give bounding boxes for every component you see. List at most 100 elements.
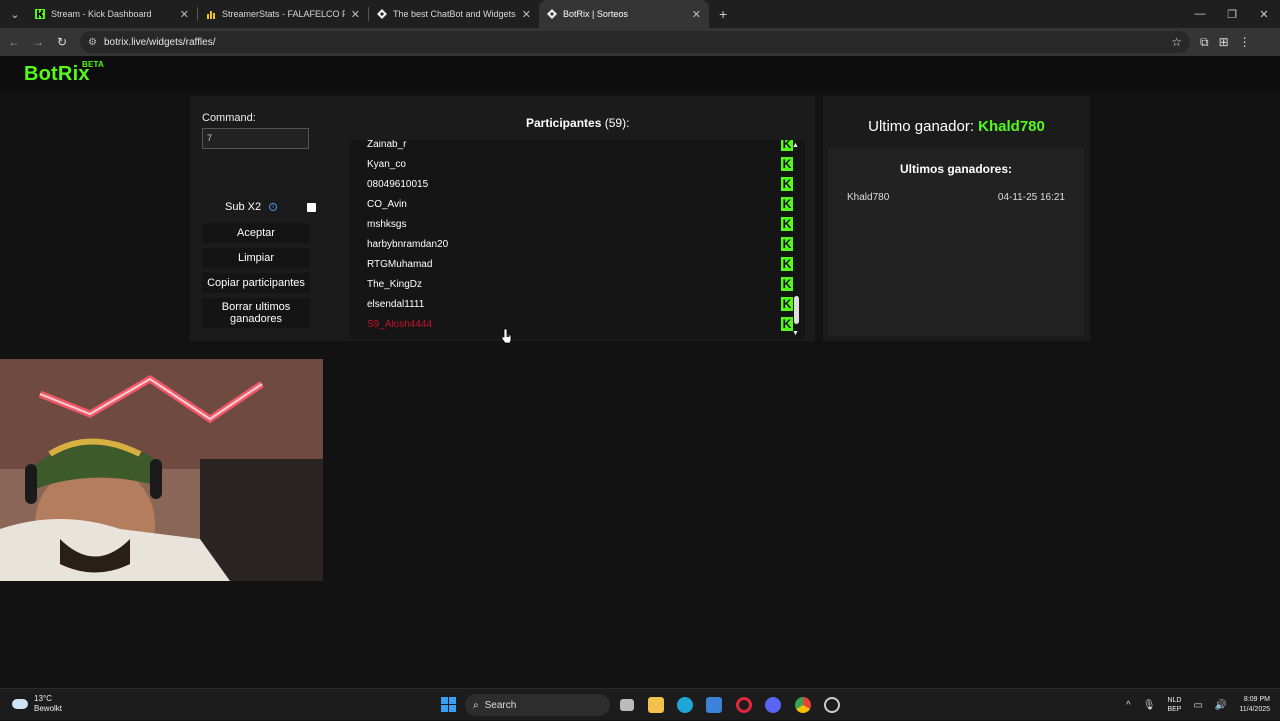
close-tab-icon[interactable]: ✕ [180, 8, 189, 21]
clock[interactable]: 8:09 PM 11/4/2025 [1239, 695, 1270, 715]
participant-row: RTGMuhamad K [367, 254, 793, 274]
close-window-icon[interactable]: ✕ [1248, 0, 1280, 28]
window-controls: — ❐ ✕ [1184, 0, 1280, 28]
browser-tab-2[interactable]: StreamerStats - FALAFELCO Pro ✕ [198, 0, 368, 28]
scroll-up-icon[interactable]: ▲ [792, 142, 799, 149]
extensions-icon[interactable]: ⧉ [1200, 35, 1209, 50]
kick-icon: K [781, 157, 793, 171]
kick-icon: K [781, 257, 793, 271]
minimize-icon[interactable]: — [1184, 0, 1216, 28]
participants-title-text: Participantes [526, 116, 602, 130]
botrix-logo[interactable]: BotRix BETA [24, 60, 104, 86]
taskbar-search[interactable]: ⌕ Search [465, 694, 610, 716]
participant-row: elsendal1111 K [367, 294, 793, 314]
restore-icon[interactable]: ❐ [1216, 0, 1248, 28]
task-view-icon[interactable] [620, 699, 634, 711]
bookmark-star-icon[interactable]: ☆ [1171, 35, 1182, 49]
browser-tab-1[interactable]: Stream - Kick Dashboard ✕ [27, 0, 197, 28]
site-info-icon[interactable]: ⚙ [88, 37, 97, 48]
command-label: Command: [202, 112, 256, 124]
lang-bottom: BEP [1167, 706, 1182, 713]
logo-text: BotRix [24, 63, 90, 85]
clock-time: 8:09 PM [1243, 696, 1270, 703]
winner-date: 04-11-25 16:21 [997, 192, 1065, 203]
clear-button[interactable]: Limpiar [202, 248, 310, 268]
participant-name: S9_Alosh4444 [367, 318, 433, 330]
edge-icon[interactable] [677, 697, 693, 713]
microphone-icon[interactable]: 🎙 [1143, 700, 1156, 711]
back-icon[interactable]: ← [2, 35, 26, 49]
volume-icon[interactable]: 🔊 [1215, 700, 1227, 711]
weather-widget[interactable]: 13°C Bewolkt [12, 694, 62, 714]
start-windows-icon[interactable] [441, 697, 456, 712]
browser-tab-3[interactable]: The best ChatBot and Widgets ✕ [369, 0, 539, 28]
close-tab-icon[interactable]: ✕ [351, 8, 360, 21]
tray-overflow-icon[interactable]: ^ [1126, 700, 1131, 711]
forward-icon[interactable]: → [26, 35, 50, 49]
browser-tab-bar: ⌄ Stream - Kick Dashboard ✕ StreamerStat… [0, 0, 1280, 28]
language-indicator[interactable]: NLD BEP [1167, 696, 1181, 714]
network-icon[interactable]: ▭ [1193, 700, 1202, 711]
chrome-icon[interactable] [795, 697, 811, 713]
info-icon[interactable]: i [269, 203, 277, 211]
menu-kebab-icon[interactable]: ⋮ [1239, 35, 1251, 50]
kick-icon: K [781, 217, 793, 231]
close-tab-icon[interactable]: ✕ [522, 8, 531, 21]
kick-icon: K [781, 297, 793, 311]
app-icon[interactable] [824, 697, 840, 713]
participants-title: Participantes (59): [526, 116, 629, 130]
discord-icon[interactable] [765, 697, 781, 713]
browser-tab-4[interactable]: BotRix | Sorteos ✕ [539, 0, 709, 28]
participants-count: (59) [604, 116, 627, 130]
winner-name: Khald780 [847, 192, 890, 203]
copy-participants-button[interactable]: Copiar participantes [202, 273, 310, 293]
webcam-image [0, 359, 323, 581]
command-input[interactable]: 7 [202, 128, 309, 149]
accept-button[interactable]: Aceptar [202, 223, 310, 243]
participant-name: The_KingDz [367, 278, 423, 290]
browser-tab-title: StreamerStats - FALAFELCO Pro [222, 9, 345, 19]
participant-row: harbybnramdan20 K [367, 234, 793, 254]
participant-row: S9_Alosh4444 K [367, 314, 793, 334]
address-bar-row: ← → ↻ ⚙ botrix.live/widgets/raffles/ ☆ ⧉… [0, 28, 1280, 56]
kick-icon: K [781, 177, 793, 191]
participant-row: The_KingDz K [367, 274, 793, 294]
participant-row: Zainab_r K [367, 140, 793, 154]
sub-x2-checkbox[interactable] [307, 203, 316, 212]
kick-favicon-icon [35, 9, 45, 19]
browser-tab-title: Stream - Kick Dashboard [51, 9, 152, 19]
cloud-icon [12, 699, 28, 709]
last-winner-heading: Ultimo ganador: Khald780 [823, 118, 1090, 135]
weather-temp: 13°C [34, 694, 52, 703]
new-tab-icon[interactable]: + [719, 6, 727, 22]
last-winners-title: Ultimos ganadores: [899, 162, 1013, 176]
store-icon[interactable] [706, 697, 722, 713]
delete-last-winners-button[interactable]: Borrar ultimos ganadores [202, 298, 310, 328]
reload-icon[interactable]: ↻ [50, 35, 74, 49]
url-bar[interactable]: ⚙ botrix.live/widgets/raffles/ ☆ [80, 31, 1190, 53]
copy-participants-label: Copiar participantes [207, 277, 305, 289]
participant-name: harbybnramdan20 [367, 238, 449, 250]
scroll-down-icon[interactable]: ▼ [792, 330, 799, 337]
tab-search-chevron-icon[interactable]: ⌄ [3, 4, 27, 24]
scroll-thumb[interactable] [794, 296, 799, 324]
participant-name: Zainab_r [367, 140, 407, 150]
participant-name: 08049610015 [367, 178, 429, 190]
windows-taskbar: 13°C Bewolkt ⌕ Search ^ 🎙 NLD BEP ▭ 🔊 8:… [0, 688, 1280, 720]
last-winner-name: Khald780 [978, 118, 1045, 135]
lang-top: NLD [1167, 697, 1182, 704]
file-explorer-icon[interactable] [648, 697, 664, 713]
url-text: botrix.live/widgets/raffles/ [103, 36, 216, 48]
translate-icon[interactable]: ⊞ [1219, 35, 1229, 50]
taskbar-search-label: Search [484, 699, 517, 711]
botrix-favicon-icon [377, 9, 387, 19]
participant-name: RTGMuhamad [367, 258, 433, 270]
close-tab-icon[interactable]: ✕ [692, 8, 701, 21]
hand-cursor-icon [501, 328, 512, 344]
opera-icon[interactable] [736, 697, 752, 713]
participant-name: CO_Avin [367, 198, 407, 210]
header-bar: BotRix BETA [0, 56, 1280, 89]
participant-name: Kyan_co [367, 158, 406, 170]
kick-icon: K [781, 140, 793, 151]
participants-list[interactable]: ▲ ▼ Zainab_r K Kyan_co K 08049610015 K CO_Avin… [350, 140, 805, 339]
